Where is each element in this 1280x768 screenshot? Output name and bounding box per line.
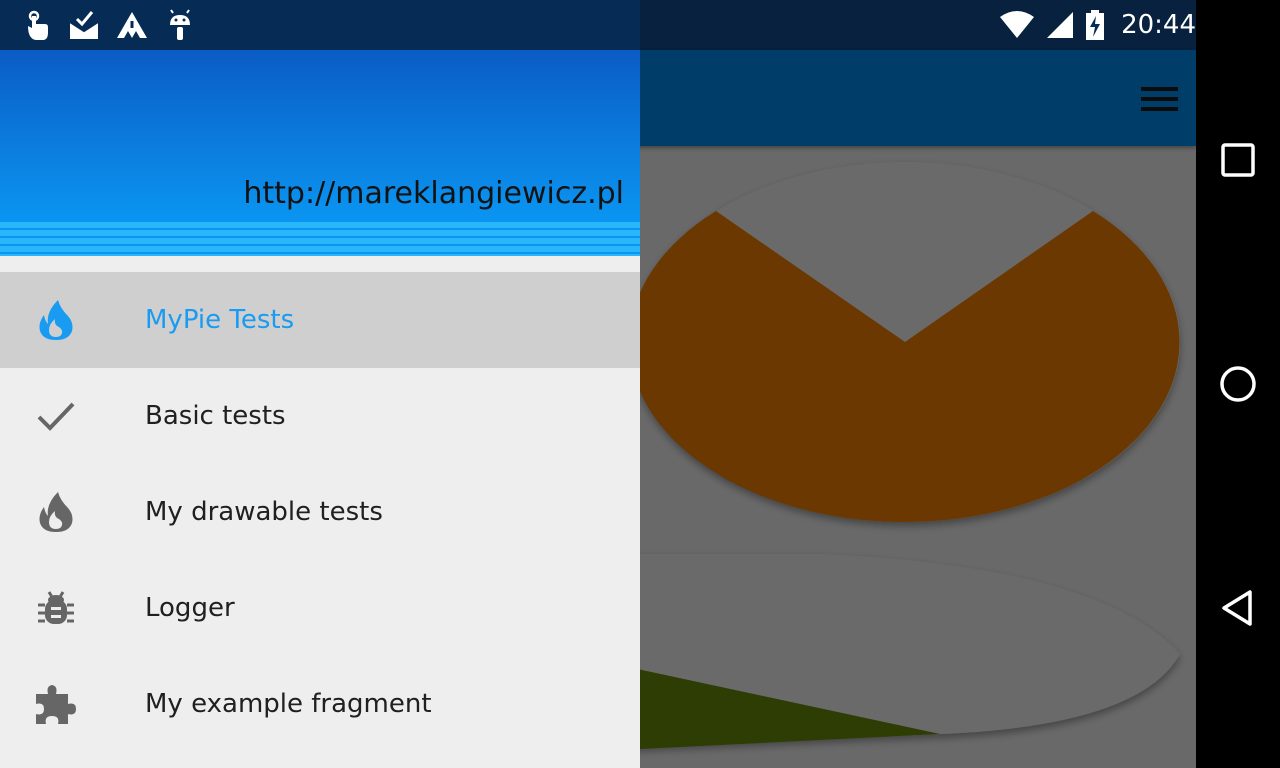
drawer-item-label: Logger bbox=[145, 593, 235, 623]
cell-signal-icon bbox=[1047, 12, 1074, 38]
warning-triangles-icon bbox=[117, 12, 147, 38]
header-stripes bbox=[0, 222, 640, 256]
drawer-item-logger[interactable]: Logger bbox=[0, 560, 640, 656]
navigation-drawer: http://mareklangiewicz.pl MyPie Tests Ba… bbox=[0, 0, 640, 768]
puzzle-icon bbox=[36, 685, 76, 724]
home-button[interactable] bbox=[1214, 360, 1262, 408]
drawer-item-my-example-fragment[interactable]: My example fragment bbox=[0, 656, 640, 752]
system-navigation-bar bbox=[1196, 0, 1280, 768]
drawer-item-label: Basic tests bbox=[145, 401, 286, 431]
menu-icon[interactable] bbox=[1141, 87, 1178, 111]
recents-button[interactable] bbox=[1214, 136, 1262, 184]
back-button[interactable] bbox=[1214, 584, 1262, 632]
check-icon bbox=[37, 402, 75, 431]
android-icon bbox=[170, 9, 190, 40]
battery-charging-icon bbox=[1086, 10, 1105, 40]
drawer-item-label: MyPie Tests bbox=[145, 305, 295, 335]
drawer-item-my-drawable-tests[interactable]: My drawable tests bbox=[0, 464, 640, 560]
bug-icon bbox=[38, 591, 74, 624]
flame-icon bbox=[39, 300, 73, 340]
drawer-item-mypie-tests[interactable]: MyPie Tests bbox=[0, 272, 640, 368]
touch-gesture-icon bbox=[28, 10, 48, 40]
status-time: 20:44 bbox=[1121, 10, 1196, 40]
mail-check-icon bbox=[69, 11, 99, 39]
flame-icon bbox=[39, 492, 73, 532]
header-url[interactable]: http://mareklangiewicz.pl bbox=[243, 176, 624, 211]
drawer-item-label: My example fragment bbox=[145, 689, 432, 719]
drawer-header: http://mareklangiewicz.pl bbox=[0, 50, 640, 256]
wifi-icon bbox=[1000, 11, 1035, 38]
drawer-item-basic-tests[interactable]: Basic tests bbox=[0, 368, 640, 464]
drawer-status-bar bbox=[0, 0, 640, 50]
status-bar-right: 20:44 bbox=[999, 0, 1196, 50]
drawer-item-label: My drawable tests bbox=[145, 497, 383, 527]
